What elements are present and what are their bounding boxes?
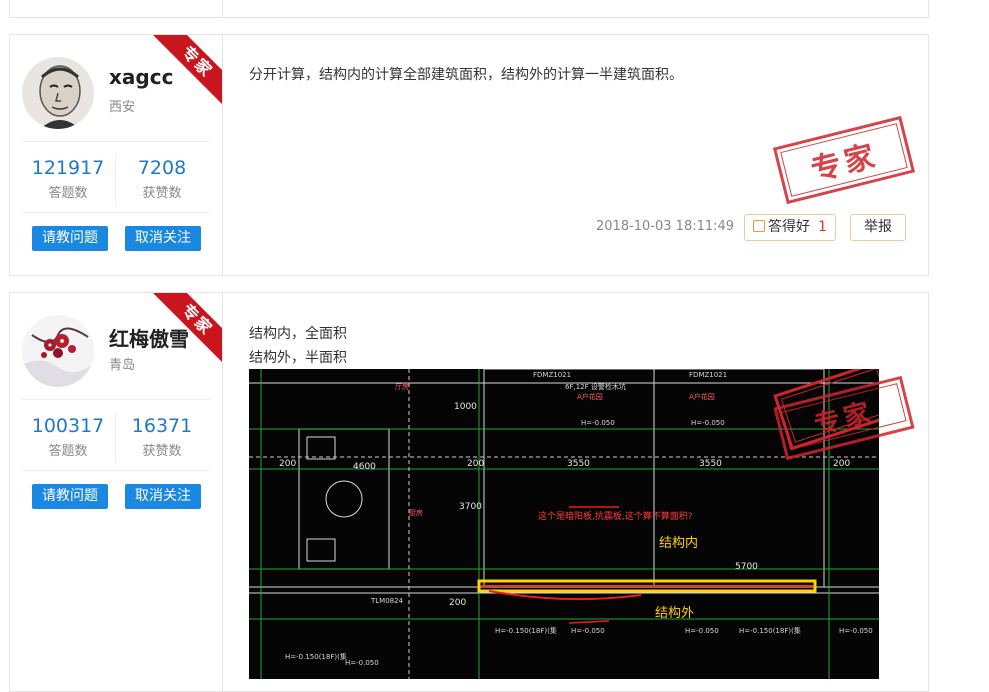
likes-count-label: 获赞数	[142, 186, 182, 201]
avatar[interactable]	[22, 57, 94, 129]
divider	[22, 470, 210, 471]
divider	[22, 141, 210, 142]
dim-label: 3550	[567, 459, 590, 469]
room-label: FDMZ1021	[689, 371, 727, 379]
card-divider	[222, 0, 223, 17]
dim-label: 3700	[459, 502, 482, 512]
unfollow-button[interactable]: 取消关注	[125, 226, 201, 251]
user-location: 西安	[109, 100, 136, 115]
answers-count-label: 答题数	[48, 444, 88, 459]
dim-label: 1000	[454, 402, 477, 412]
room-label: A户花园	[577, 392, 603, 401]
answer-card: 专家 xagcc 西安 121917 答题数 7208 获赞数 请教问题 取消关…	[9, 34, 929, 276]
user-location: 青岛	[109, 358, 136, 373]
room-label: H=-0.050	[691, 419, 725, 427]
likes-count-stat: 16371 获赞数	[116, 415, 208, 459]
answers-count-stat: 100317 答题数	[22, 415, 114, 459]
dim-label: 200	[279, 459, 296, 469]
divider	[22, 212, 210, 213]
unfollow-button[interactable]: 取消关注	[125, 484, 201, 509]
room-label: 厨房	[409, 508, 423, 517]
answer-timestamp: 2018-10-03 18:11:49	[596, 219, 735, 234]
room-label: A户花园	[689, 392, 715, 401]
answers-count-stat: 121917 答题数	[22, 157, 114, 201]
room-label: 6F,12F 设警检木坑	[565, 382, 626, 391]
room-label: H=-0.050	[839, 627, 873, 635]
thumbs-up-icon	[753, 220, 765, 232]
room-label: H=-0.150(18F)(集	[285, 652, 347, 661]
divider	[22, 399, 210, 400]
question-annotation: 这个是暗阳板,抗震板,这个算不算面积?	[538, 510, 693, 522]
user-profile: 专家 xagcc 西安 121917 答题数 7208 获赞数 请教问题 取消关…	[10, 35, 223, 275]
dim-label: 200	[449, 598, 466, 608]
answer-content-line: 结构外，半面积	[249, 350, 347, 366]
dim-label: 4600	[353, 462, 376, 472]
room-label: H=-0.050	[581, 419, 615, 427]
room-label: H=-0.150(18F)(集	[495, 626, 557, 635]
report-button[interactable]: 举报	[850, 214, 906, 241]
expert-stamp-text: 专家	[780, 123, 908, 197]
room-label: H=-0.050	[571, 627, 605, 635]
ask-question-button[interactable]: 请教问题	[32, 226, 108, 251]
dim-label: 200	[833, 459, 850, 469]
ask-question-button[interactable]: 请教问题	[32, 484, 108, 509]
good-answer-label: 答得好	[768, 219, 810, 235]
expert-stamp: 专家	[772, 115, 916, 205]
answers-count-label: 答题数	[48, 186, 88, 201]
dim-label: 3550	[699, 459, 722, 469]
answers-count[interactable]: 121917	[22, 157, 114, 179]
likes-count[interactable]: 7208	[116, 157, 208, 179]
answers-count[interactable]: 100317	[22, 415, 114, 437]
room-label: FDMZ1021	[533, 371, 571, 379]
room-label: 厅房	[395, 382, 409, 391]
likes-count-stat: 7208 获赞数	[116, 157, 208, 201]
room-label: TLM0824	[370, 597, 404, 605]
user-profile: 专家 红梅傲雪 青岛 100317 答题数 16371 获赞数 请教问题 取消关…	[10, 293, 223, 691]
likes-count-label: 获赞数	[142, 444, 182, 459]
dim-label: 5700	[735, 562, 758, 572]
room-label: H=-0.050	[345, 659, 379, 667]
inside-label: 结构内	[659, 535, 698, 551]
room-label: H=-0.150(18F)(集	[739, 626, 801, 635]
dim-label: 200	[467, 459, 484, 469]
answer-content: 分开计算，结构内的计算全部建筑面积，结构外的计算一半建筑面积。	[249, 67, 683, 83]
answer-card: 专家 红梅傲雪 青岛 100317 答题数 16371 获赞数 请教问题 取消关…	[9, 292, 929, 692]
avatar[interactable]	[22, 315, 94, 387]
good-answer-button[interactable]: 答得好 1	[744, 214, 836, 241]
username[interactable]: xagcc	[109, 65, 173, 89]
previous-answer-card	[9, 0, 929, 18]
answer-content-line: 结构内，全面积	[249, 326, 347, 342]
room-label: H=-0.050	[685, 627, 719, 635]
outside-label: 结构外	[655, 606, 694, 621]
likes-count[interactable]: 16371	[116, 415, 208, 437]
good-answer-count: 1	[818, 219, 827, 235]
username[interactable]: 红梅傲雪	[109, 323, 189, 352]
